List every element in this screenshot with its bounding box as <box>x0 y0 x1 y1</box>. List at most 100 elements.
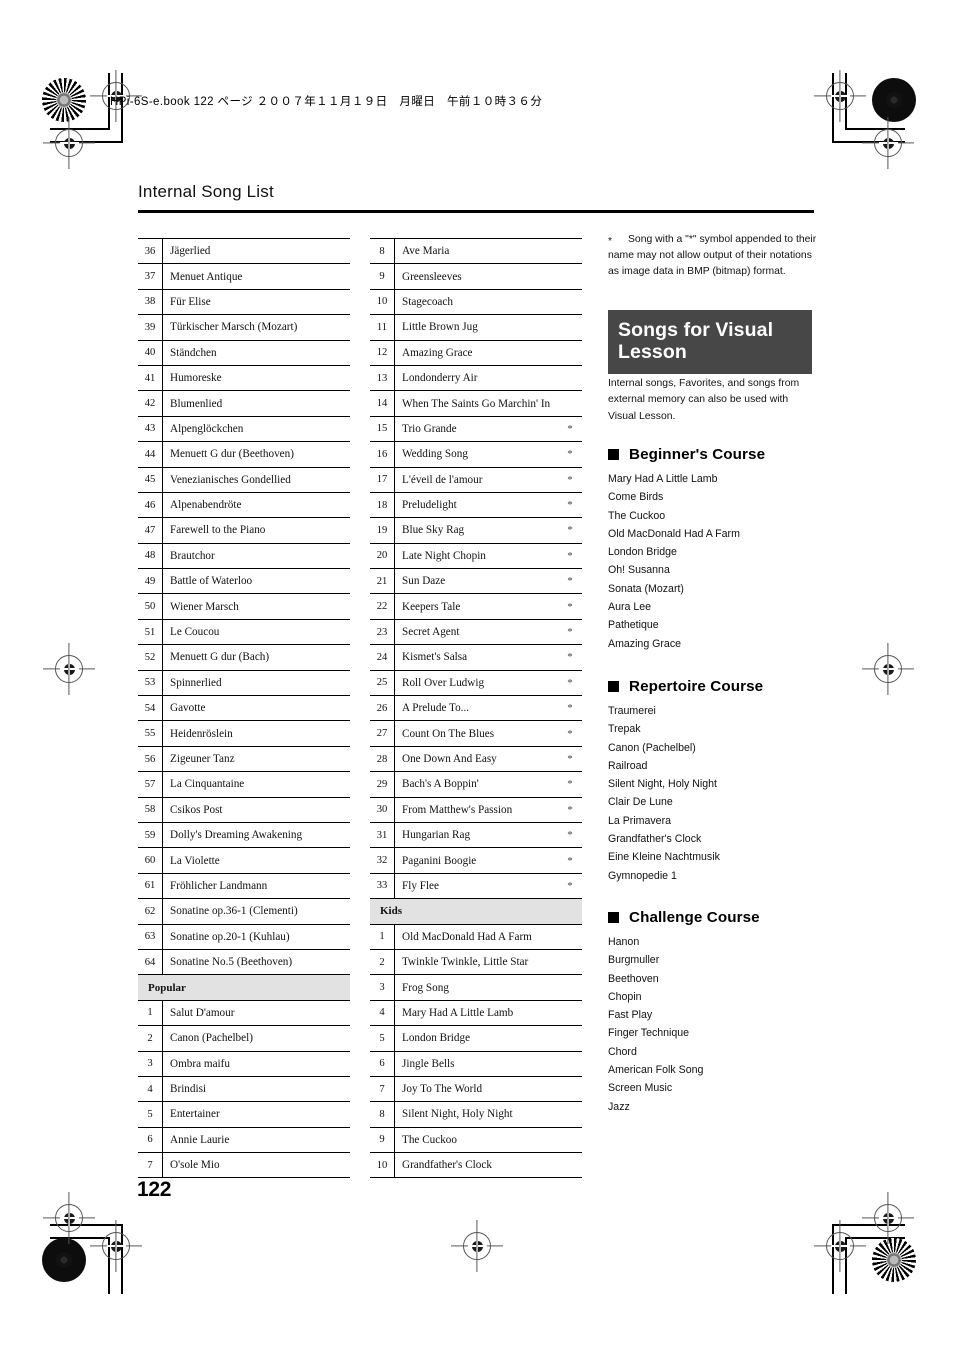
table-row: 13 Londonderry Air <box>370 364 582 391</box>
table-row: 44 Menuett G dur (Beethoven) <box>138 441 350 468</box>
star-target-bottom-right <box>872 1238 916 1282</box>
course-heading: Beginner's Course <box>608 446 820 463</box>
song-name: La Cinquantaine <box>162 771 330 798</box>
course-song-list: Hanon Burgmuller Beethoven Chopin Fast Play F… <box>608 933 820 1116</box>
song-asterisk-mark <box>562 288 582 315</box>
song-number: 3 <box>138 1050 163 1077</box>
song-number: 45 <box>138 466 163 493</box>
song-name: Dolly's Dreaming Awakening <box>162 821 330 848</box>
table-row: 31 Hungarian Rag * <box>370 821 582 848</box>
song-asterisk-mark <box>330 695 350 721</box>
table-row: 57 La Cinquantaine <box>138 771 350 798</box>
song-name: One Down And Easy <box>394 745 562 772</box>
song-asterisk-mark <box>330 669 350 696</box>
song-asterisk-mark <box>330 745 350 772</box>
song-asterisk-mark <box>330 1126 350 1153</box>
song-number: 59 <box>138 821 163 848</box>
song-number: 23 <box>370 618 395 645</box>
song-name: Menuett G dur (Bach) <box>162 644 330 671</box>
table-row: 27 Count On The Blues * <box>370 720 582 747</box>
song-asterisk-mark <box>330 923 350 950</box>
course-heading: Repertoire Course <box>608 678 820 695</box>
song-asterisk-mark <box>562 999 582 1026</box>
crop-mark-line <box>50 128 110 130</box>
song-asterisk-mark <box>330 1050 350 1077</box>
table-row: 19 Blue Sky Rag * <box>370 517 582 544</box>
footnote-text: Song with a "*" symbol appended to their… <box>608 234 817 278</box>
song-asterisk-mark <box>330 390 350 417</box>
table-row: 32 Paganini Boogie * <box>370 847 582 874</box>
song-number: 46 <box>138 491 163 518</box>
table-row: 40 Ständchen <box>138 339 350 366</box>
header-rule <box>138 210 814 213</box>
list-item: Canon (Pachelbel) <box>608 741 696 754</box>
song-number: 30 <box>370 796 395 823</box>
course-section-repertoire: Repertoire Course Traumerei Trepak Canon (… <box>608 678 820 885</box>
song-number: 16 <box>370 441 395 468</box>
song-number: 6 <box>370 1050 395 1077</box>
registration-mark <box>102 1232 130 1260</box>
song-name: Stagecoach <box>394 288 562 315</box>
song-asterisk-mark <box>562 364 582 391</box>
song-table-body: 36 Jägerlied 37 Menuet Antique 38 Für Elise 39… <box>138 237 350 1179</box>
table-row: 42 Blumenlied <box>138 390 350 417</box>
song-number: 28 <box>370 745 395 772</box>
table-row: 2 Twinkle Twinkle, Little Star <box>370 948 582 975</box>
song-name: O'sole Mio <box>162 1152 330 1179</box>
star-target-top-right <box>872 78 916 122</box>
course-heading: Challenge Course <box>608 909 820 926</box>
song-name: Für Elise <box>162 288 330 315</box>
song-asterisk-mark <box>330 1025 350 1051</box>
song-asterisk-mark <box>562 314 582 341</box>
table-row: 59 Dolly's Dreaming Awakening <box>138 821 350 848</box>
song-name: Menuet Antique <box>162 263 330 290</box>
table-row: 5 London Bridge <box>370 1025 582 1051</box>
song-asterisk-mark <box>562 1126 582 1153</box>
song-name: Menuett G dur (Beethoven) <box>162 441 330 468</box>
table-row: 61 Fröhlicher Landmann <box>138 872 350 899</box>
table-row: 64 Sonatine No.5 (Beethoven) <box>138 948 350 975</box>
table-row: 17 L'éveil de l'amour * <box>370 466 582 493</box>
song-asterisk-mark <box>330 872 350 899</box>
song-number: 18 <box>370 491 395 518</box>
song-name: Gavotte <box>162 695 330 721</box>
table-row: 2 Canon (Pachelbel) <box>138 1025 350 1051</box>
list-item: Railroad <box>608 759 648 772</box>
song-number: 36 <box>138 237 163 264</box>
song-name: When The Saints Go Marchin' In <box>394 390 562 417</box>
song-name: Silent Night, Holy Night <box>394 1101 562 1128</box>
song-asterisk-mark <box>562 1101 582 1128</box>
song-asterisk-mark <box>562 263 582 290</box>
visual-lesson-intro: Internal songs, Favorites, and songs fro… <box>608 378 800 422</box>
song-number: 37 <box>138 263 163 290</box>
song-name: Jägerlied <box>162 237 330 264</box>
section-label: Kids <box>370 898 582 925</box>
song-asterisk-mark: * <box>562 542 582 569</box>
song-name: Annie Laurie <box>162 1126 330 1153</box>
song-name: Mary Had A Little Lamb <box>394 999 562 1026</box>
song-asterisk-mark <box>330 491 350 518</box>
song-asterisk-mark: * <box>562 821 582 848</box>
song-name: Brautchor <box>162 542 330 569</box>
song-number: 14 <box>370 390 395 417</box>
song-asterisk-mark <box>330 441 350 468</box>
song-name: Twinkle Twinkle, Little Star <box>394 948 562 975</box>
song-name: Entertainer <box>162 1101 330 1128</box>
song-asterisk-mark <box>330 339 350 366</box>
table-row: 4 Brindisi <box>138 1075 350 1102</box>
list-item: Chopin <box>608 990 642 1003</box>
song-table-body: 8 Ave Maria 9 Greensleeves 10 Stagecoach 11 Lit… <box>370 237 582 1179</box>
course-song-list: Mary Had A Little Lamb Come Birds The Cuck… <box>608 470 820 653</box>
table-row: 30 From Matthew's Passion * <box>370 796 582 823</box>
song-asterisk-mark: * <box>562 771 582 798</box>
song-table-column-1: 36 Jägerlied 37 Menuet Antique 38 Für Elise 39… <box>138 237 350 1179</box>
list-item: Old MacDonald Had A Farm <box>608 527 740 540</box>
song-name: London Bridge <box>394 1025 562 1051</box>
list-item: Eine Kleine Nachtmusik <box>608 851 720 864</box>
song-table-section-header: Popular <box>138 974 350 1001</box>
song-name: Spinnerlied <box>162 669 330 696</box>
song-name: Le Coucou <box>162 618 330 645</box>
song-name: Türkischer Marsch (Mozart) <box>162 314 330 341</box>
song-asterisk-mark: * <box>562 669 582 696</box>
table-row: 45 Venezianisches Gondellied <box>138 466 350 493</box>
